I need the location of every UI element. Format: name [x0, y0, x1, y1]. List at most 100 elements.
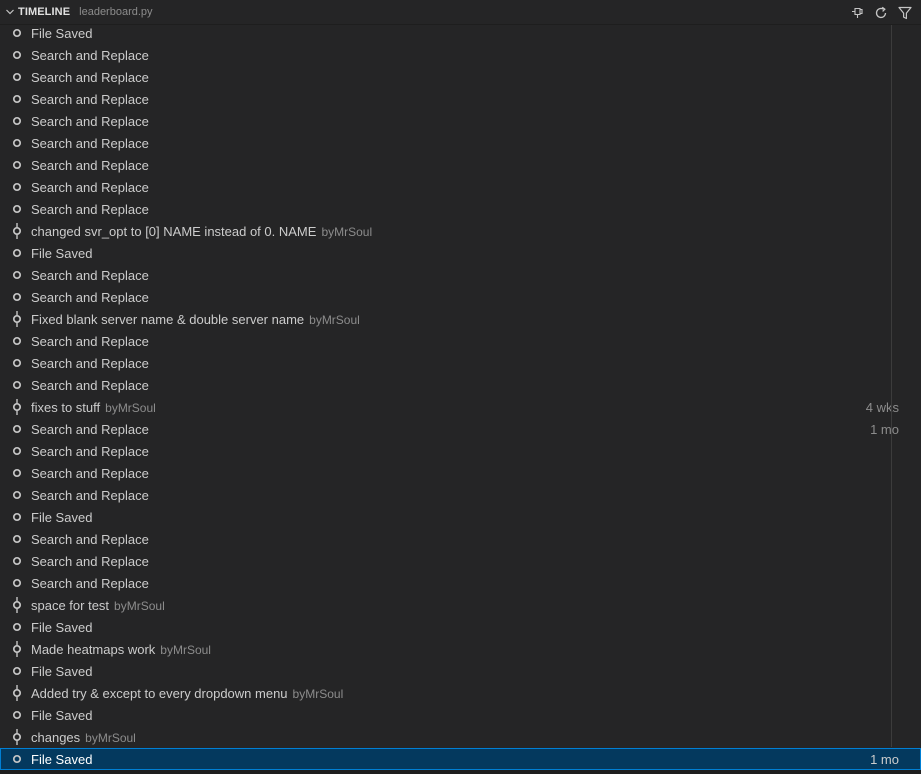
git-commit-icon [10, 597, 26, 613]
timeline-item[interactable]: Search and Replace [0, 440, 921, 462]
timeline-item-text: Search and Replace [31, 91, 149, 107]
timeline-item[interactable]: Search and Replace [0, 374, 921, 396]
circle-outline-icon [10, 245, 26, 261]
timeline-item-text: File Saved [31, 707, 93, 723]
timeline-item[interactable]: Added try & except to every dropdown men… [0, 682, 921, 704]
circle-outline-icon [10, 289, 26, 305]
timeline-panel: TIMELINE leaderboard.py File Saved Searc… [0, 0, 921, 774]
circle-outline-icon [10, 25, 26, 41]
timeline-item[interactable]: File Saved [0, 506, 921, 528]
chevron-down-icon[interactable] [2, 4, 18, 20]
header-actions [847, 3, 915, 23]
circle-outline-icon [10, 487, 26, 503]
timeline-item-label: File Saved [31, 752, 92, 767]
circle-outline-icon [10, 751, 26, 767]
filter-icon[interactable] [895, 3, 915, 23]
timeline-item-text: Search and Replace [31, 487, 149, 503]
timeline-item[interactable]: File Saved [0, 242, 921, 264]
circle-outline-icon [10, 333, 26, 349]
timeline-item-label: Added try & except to every dropdown men… [31, 686, 343, 701]
timeline-item-text: Search and Replace [31, 267, 149, 283]
timeline-item-text: Search and Replace [31, 69, 149, 85]
timeline-item[interactable]: Search and Replace [0, 176, 921, 198]
circle-outline-icon [10, 113, 26, 129]
circle-outline-icon [10, 553, 26, 569]
timeline-item[interactable]: Made heatmaps work byMrSoul [0, 638, 921, 660]
timeline-item[interactable]: Search and Replace 1 mo [0, 418, 921, 440]
timeline-item[interactable]: File Saved [0, 704, 921, 726]
timeline-item-author: byMrSoul [309, 312, 360, 327]
timeline-item-text: Search and Replace [31, 333, 149, 349]
timeline-item[interactable]: File Saved [0, 616, 921, 638]
timeline-item-label: Fixed blank server name & double server … [31, 312, 360, 327]
timeline-item[interactable]: Search and Replace [0, 110, 921, 132]
circle-outline-icon [10, 531, 26, 547]
timeline-item[interactable]: Search and Replace [0, 484, 921, 506]
timeline-item-label: File Saved [31, 510, 92, 525]
timeline-item-label: Search and Replace [31, 554, 149, 569]
timeline-item[interactable]: Search and Replace [0, 132, 921, 154]
timeline-item-text: Search and Replace [31, 421, 149, 437]
circle-outline-icon [10, 377, 26, 393]
timeline-item[interactable]: Search and Replace [0, 330, 921, 352]
timeline-item[interactable]: Search and Replace [0, 572, 921, 594]
timeline-item-author: byMrSoul [160, 642, 211, 657]
timeline-item[interactable]: space for test byMrSoul [0, 594, 921, 616]
timeline-list: File Saved Search and Replace Search and R… [0, 22, 921, 770]
timeline-item-label: Search and Replace [31, 158, 149, 173]
timeline-item[interactable]: File Saved 1 mo [0, 748, 921, 770]
timeline-item[interactable]: Search and Replace [0, 264, 921, 286]
timeline-item[interactable]: fixes to stuff byMrSoul 4 wks [0, 396, 921, 418]
timeline-item[interactable]: Search and Replace [0, 550, 921, 572]
timeline-item[interactable]: Search and Replace [0, 286, 921, 308]
timeline-item[interactable]: changes byMrSoul [0, 726, 921, 748]
timeline-item-text: File Saved [31, 245, 93, 261]
timeline-item-label: changes byMrSoul [31, 730, 136, 745]
timeline-item-author: byMrSoul [321, 224, 373, 239]
timeline-item-label: Search and Replace [31, 92, 149, 107]
timeline-item[interactable]: File Saved [0, 660, 921, 682]
timeline-item[interactable]: Search and Replace [0, 198, 921, 220]
timeline-item-label: Search and Replace [31, 48, 149, 63]
refresh-icon[interactable] [871, 3, 891, 23]
timeline-item[interactable]: Search and Replace [0, 88, 921, 110]
timeline-item-text: changed svr_opt to [0] NAME instead of 0… [31, 223, 317, 239]
timeline-item-label: Search and Replace [31, 70, 149, 85]
timeline-item[interactable]: Search and Replace [0, 462, 921, 484]
timeline-item-label: space for test byMrSoul [31, 598, 165, 613]
circle-outline-icon [10, 619, 26, 635]
circle-outline-icon [10, 179, 26, 195]
circle-outline-icon [10, 663, 26, 679]
circle-outline-icon [10, 47, 26, 63]
timeline-file-name: leaderboard.py [79, 6, 153, 18]
timeline-item[interactable]: Fixed blank server name & double server … [0, 308, 921, 330]
timeline-item-label: Search and Replace [31, 356, 149, 371]
git-commit-icon [10, 399, 26, 415]
timeline-item[interactable]: Search and Replace [0, 66, 921, 88]
timeline-item-text: Fixed blank server name & double server … [31, 311, 305, 327]
circle-outline-icon [10, 201, 26, 217]
timeline-item-label: fixes to stuff byMrSoul [31, 400, 156, 415]
timeline-item-label: Search and Replace [31, 532, 149, 547]
circle-outline-icon [10, 157, 26, 173]
timeline-item[interactable]: Search and Replace [0, 528, 921, 550]
timeline-title: TIMELINE [18, 6, 71, 18]
circle-outline-icon [10, 443, 26, 459]
timeline-item-text: fixes to stuff [31, 399, 101, 415]
timeline-item-text: Made heatmaps work [31, 641, 156, 657]
timeline-item[interactable]: Search and Replace [0, 44, 921, 66]
pin-icon[interactable] [847, 3, 867, 23]
timeline-item[interactable]: Search and Replace [0, 154, 921, 176]
circle-outline-icon [10, 91, 26, 107]
git-commit-icon [10, 311, 26, 327]
scrollbar-track[interactable] [891, 25, 892, 747]
timeline-item[interactable]: Search and Replace [0, 352, 921, 374]
timeline-item[interactable]: File Saved [0, 22, 921, 44]
timeline-item-text: Search and Replace [31, 553, 149, 569]
panel-bottom-border [0, 770, 921, 774]
timeline-item-label: File Saved [31, 26, 92, 41]
git-commit-icon [10, 729, 26, 745]
timeline-item[interactable]: changed svr_opt to [0] NAME instead of 0… [0, 220, 921, 242]
circle-outline-icon [10, 421, 26, 437]
timeline-item-label: Search and Replace [31, 422, 149, 437]
